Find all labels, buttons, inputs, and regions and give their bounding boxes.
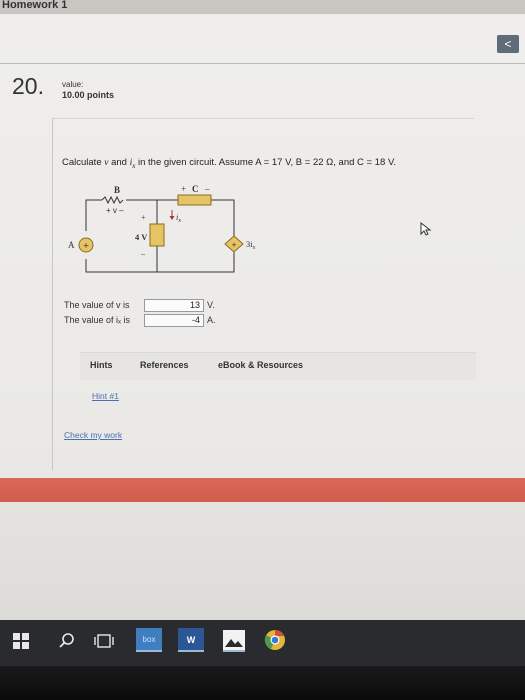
window-title: Homework 1 [2, 0, 68, 11]
screen-bezel [0, 666, 525, 700]
label-dependent: 3ix [246, 239, 256, 251]
answer-v-label: The value of v is [64, 300, 130, 310]
mouse-cursor-icon [420, 221, 432, 241]
question-number: 20. [12, 73, 44, 99]
collapse-panel-button[interactable]: < [497, 35, 519, 53]
answer-v-input[interactable]: 13 [144, 299, 204, 312]
box-app-icon[interactable]: box [136, 628, 162, 652]
answer-v-unit: V. [207, 300, 215, 310]
label-A: A [68, 240, 75, 250]
answer-ix-label: The value of iₓ is [64, 315, 130, 325]
wire-left-top [85, 199, 102, 204]
label-ix: ix [176, 212, 181, 224]
word-icon[interactable]: W [178, 628, 204, 652]
chrome-icon[interactable] [264, 629, 286, 656]
question-prompt: Calculate v and ix in the given circuit.… [62, 157, 397, 170]
svg-text:+: + [231, 241, 237, 249]
points-label: 10.00 points [62, 90, 115, 100]
photos-icon[interactable] [222, 628, 246, 657]
windows-start-icon[interactable] [12, 632, 30, 655]
label-C: C [192, 184, 199, 194]
resistor-B [101, 195, 124, 205]
label-4v-minus: – [140, 249, 146, 258]
circuit-diagram: + + B + C – + v – A + 4 V – ix 3ix [68, 184, 256, 273]
windows-taskbar [0, 620, 525, 666]
label-4v: 4 V [135, 232, 148, 242]
accent-bar [0, 478, 525, 502]
label-B: B [114, 185, 120, 195]
tab-references[interactable]: References [140, 360, 189, 370]
window-header: Homework 1 [0, 0, 525, 14]
source-4v [149, 223, 165, 247]
task-view-icon[interactable] [94, 632, 114, 655]
svg-text:+: + [83, 241, 90, 250]
source-C [177, 194, 212, 206]
value-label: value: [62, 80, 84, 89]
tab-ebook-resources[interactable]: eBook & Resources [218, 360, 303, 370]
question-content-box [52, 118, 474, 470]
answer-ix-input[interactable]: -4 [144, 314, 204, 327]
label-4v-plus: + [141, 213, 146, 222]
label-v: + v – [106, 206, 124, 215]
tab-hints[interactable]: Hints [90, 360, 113, 370]
label-c-plus: + [181, 184, 186, 194]
hint-link[interactable]: Hint #1 [92, 391, 119, 401]
lower-page-area [0, 502, 525, 620]
check-my-work-link[interactable]: Check my work [64, 430, 122, 440]
header-divider [0, 63, 525, 64]
search-icon[interactable] [58, 632, 76, 655]
label-c-minus: – [204, 184, 210, 194]
answer-ix-unit: A. [207, 315, 216, 325]
